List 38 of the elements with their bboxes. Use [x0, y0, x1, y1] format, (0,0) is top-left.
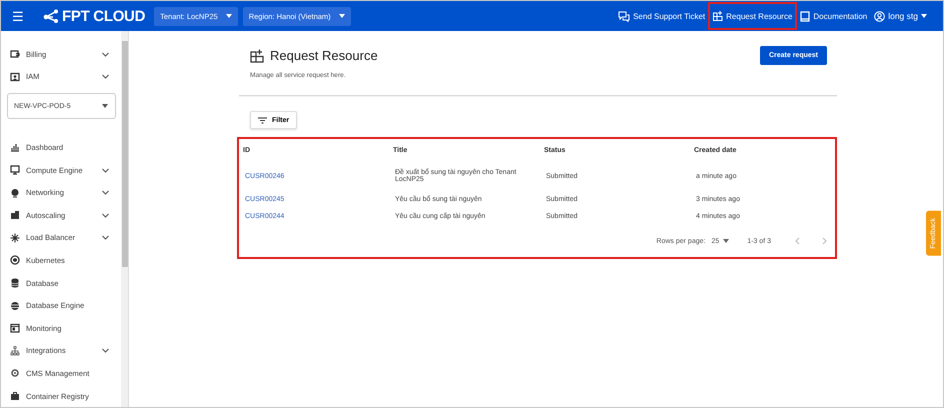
logo-icon [43, 9, 59, 23]
filter-icon [258, 116, 267, 124]
caret-icon [102, 104, 108, 108]
bar-chart-icon [10, 142, 20, 152]
logo-text: FPT CLOUD [62, 8, 146, 24]
user-menu[interactable]: long stg [874, 10, 927, 22]
caret-icon [102, 348, 109, 354]
caret-icon [921, 14, 927, 18]
nav-link[interactable]: Send Support Ticket [615, 2, 708, 30]
caret-icon [102, 168, 109, 173]
grid-plus-icon [713, 11, 724, 21]
next-page-icon[interactable] [822, 237, 827, 245]
user-icon [874, 10, 886, 22]
grid-plus-icon [250, 48, 264, 62]
menu-icon[interactable]: ☰ [1, 8, 35, 24]
database-icon [10, 300, 20, 311]
caret-icon [338, 14, 345, 18]
nav-link[interactable]: Documentation [797, 2, 870, 30]
briefcase-icon [10, 391, 20, 402]
hierarchy-icon [10, 346, 20, 356]
calendar-icon [10, 323, 20, 334]
caret-icon [102, 235, 109, 240]
previous-page-icon[interactable] [795, 237, 800, 245]
book-icon [800, 10, 810, 22]
caret-icon [102, 190, 109, 196]
chat-icon [618, 10, 630, 22]
scrollbar-thumb[interactable] [122, 41, 128, 267]
caret-icon [102, 52, 109, 57]
nav-link[interactable]: Request Resource [708, 2, 798, 30]
id-card-icon [10, 72, 20, 82]
caret-icon [723, 239, 730, 243]
page-title: Request Resource [270, 48, 378, 63]
monitor-icon [10, 165, 20, 176]
database-icon [10, 278, 20, 288]
caret-icon [226, 14, 232, 18]
wallet-icon [10, 49, 20, 60]
caret-icon [102, 74, 109, 80]
caret-icon [102, 212, 109, 218]
